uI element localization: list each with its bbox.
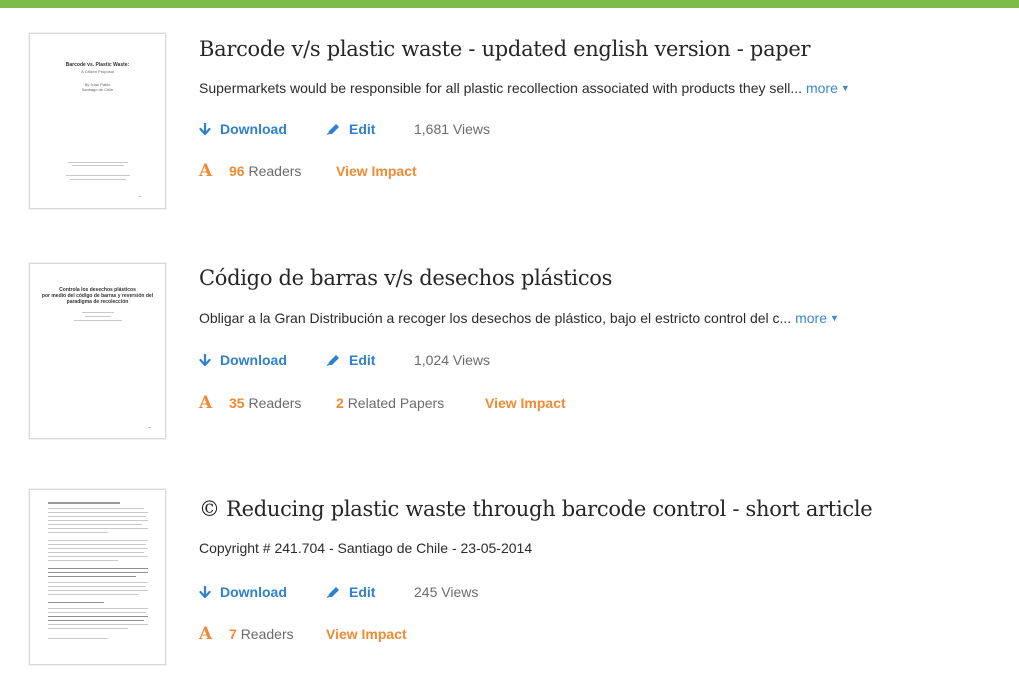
thumbnail-text-line xyxy=(48,544,146,545)
thumbnail-text-line xyxy=(48,540,148,541)
thumbnail-text-line xyxy=(48,638,108,639)
thumbnail-text-line xyxy=(48,552,144,553)
academia-logo-icon: A xyxy=(199,393,213,413)
views-count: 1,024 Views xyxy=(414,352,491,368)
thumbnail-text-line xyxy=(48,548,148,549)
related-count: 2 xyxy=(336,395,344,411)
thumbnail-text-line xyxy=(48,628,128,629)
thumbnail-bold-line xyxy=(48,616,148,617)
pencil-icon xyxy=(327,354,339,366)
paper-item-3: © Reducing plastic waste through barcode… xyxy=(0,0,1019,665)
download-button[interactable]: Download xyxy=(199,352,287,368)
related-label: Related Papers xyxy=(347,395,445,411)
download-arrow-icon xyxy=(199,353,211,366)
download-label: Download xyxy=(220,584,287,600)
readers-count: 7 xyxy=(229,626,237,642)
download-label: Download xyxy=(220,352,287,368)
thumbnail-text-line xyxy=(48,612,146,613)
readers-stat[interactable]: 7 Readers xyxy=(229,626,294,642)
thumbnail-heading-line-3: paradigma de recolección xyxy=(66,299,129,305)
thumbnail-text-line xyxy=(48,512,148,513)
more-link[interactable]: more xyxy=(795,310,827,326)
readers-label: Readers xyxy=(248,395,302,411)
thumbnail-text-line xyxy=(82,312,114,313)
thumbnail-text-line xyxy=(48,590,148,591)
download-button[interactable]: Download xyxy=(199,584,287,600)
view-impact-link[interactable]: View Impact xyxy=(485,395,566,411)
download-arrow-icon xyxy=(199,585,211,598)
thumbnail-text-line xyxy=(48,556,148,557)
thumbnail-text-line xyxy=(48,532,108,533)
paper-summary: Copyright # 241.704 - Santiago de Chile … xyxy=(199,540,533,556)
thumbnail-text-line xyxy=(48,586,146,587)
thumbnail-bold-line xyxy=(48,602,104,603)
academia-logo-icon: A xyxy=(199,624,213,644)
thumbnail-text-line xyxy=(48,594,138,595)
pencil-icon xyxy=(327,586,339,598)
thumbnail-text-line xyxy=(48,582,148,583)
thumbnail-text-line xyxy=(74,320,122,321)
thumbnail-text-line xyxy=(48,520,148,521)
related-papers-stat[interactable]: 2 Related Papers xyxy=(336,395,444,411)
thumbnail-text-line xyxy=(85,316,111,317)
view-impact-link[interactable]: View Impact xyxy=(326,626,407,642)
paper-thumbnail[interactable] xyxy=(29,489,166,665)
thumbnail-text-line xyxy=(48,516,146,517)
thumbnail-text-line xyxy=(48,624,148,625)
thumbnail-heading-line xyxy=(48,502,120,504)
readers-count: 35 xyxy=(229,395,245,411)
edit-button[interactable]: Edit xyxy=(326,352,375,368)
paper-title[interactable]: © Reducing plastic waste through barcode… xyxy=(199,497,873,521)
readers-label: Readers xyxy=(240,626,294,642)
thumbnail-text-line xyxy=(48,608,148,609)
edit-label: Edit xyxy=(349,352,376,368)
caret-down-icon[interactable]: ▼ xyxy=(830,313,839,323)
thumbnail-bold-line xyxy=(48,620,144,621)
readers-stat[interactable]: 35 Readers xyxy=(229,395,301,411)
edit-label: Edit xyxy=(349,584,376,600)
summary-text: Obligar a la Gran Distribución a recoger… xyxy=(199,310,792,326)
edit-button[interactable]: Edit xyxy=(326,584,375,600)
paper-thumbnail[interactable]: Controla los desechos plásticos por medi… xyxy=(29,263,166,439)
thumbnail-text-line xyxy=(48,528,148,529)
views-count: 245 Views xyxy=(414,584,479,600)
paper-title[interactable]: Código de barras v/s desechos plásticos xyxy=(199,266,612,290)
thumbnail-bold-line xyxy=(48,572,148,573)
thumbnail-text-line xyxy=(48,560,118,561)
thumbnail-text-line xyxy=(48,524,142,525)
paper-summary: Obligar a la Gran Distribución a recoger… xyxy=(199,310,839,326)
thumbnail-page-number xyxy=(148,427,151,428)
thumbnail-bold-line xyxy=(48,568,148,569)
thumbnail-text-line xyxy=(48,508,144,509)
thumbnail-bold-line xyxy=(48,576,136,577)
